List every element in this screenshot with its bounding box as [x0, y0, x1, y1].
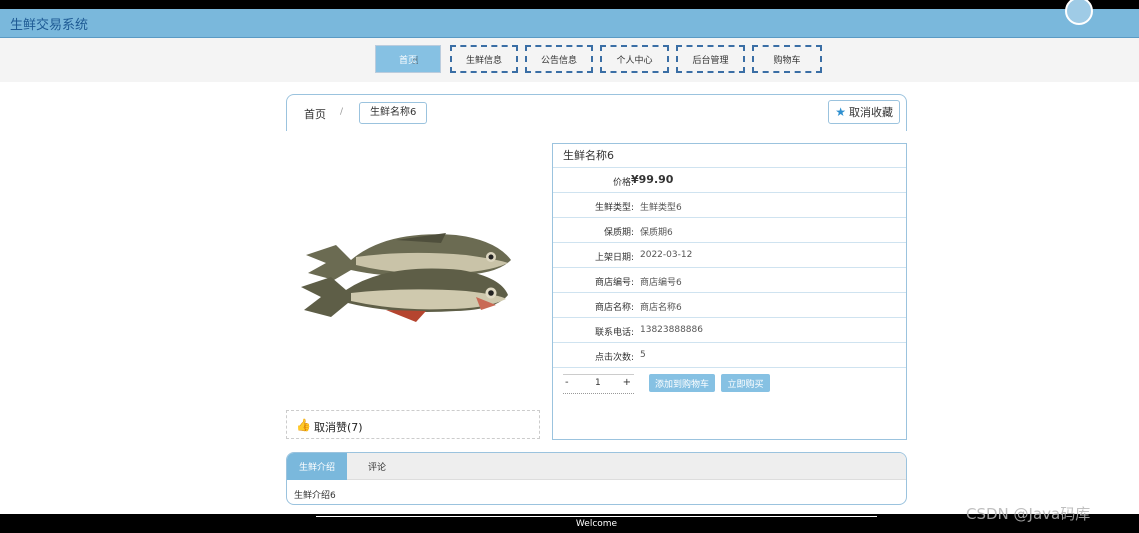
product-name: 生鲜名称6: [553, 144, 906, 168]
quantity-stepper[interactable]: - 1 +: [563, 374, 634, 394]
price-value: ¥99.90: [631, 173, 674, 186]
top-black-bar: [0, 0, 1139, 9]
footer-divider: [316, 516, 877, 517]
detail-row: 商店名称: 商店名称6: [553, 293, 906, 318]
detail-row: 上架日期: 2022-03-12: [553, 243, 906, 268]
detail-label: 上架日期:: [594, 253, 634, 263]
decrement-button[interactable]: -: [565, 377, 569, 388]
breadcrumb: 首页 / 生鲜名称6 ★ 取消收藏: [286, 94, 907, 131]
like-bar[interactable]: 👍 取消赞(7): [286, 410, 540, 439]
site-header: 生鲜交易系统: [0, 0, 1139, 38]
detail-row: 点击次数: 5: [553, 343, 906, 368]
unfavorite-label: 取消收藏: [849, 106, 893, 119]
product-image: [301, 233, 511, 322]
tab-comments[interactable]: 评论: [357, 453, 397, 480]
app-title: 生鲜交易系统: [10, 18, 89, 33]
detail-label: 商店编号:: [594, 278, 634, 288]
buy-now-button[interactable]: 立即购买: [721, 374, 770, 392]
unfavorite-button[interactable]: ★ 取消收藏: [828, 100, 900, 124]
detail-value: 2022-03-12: [640, 250, 693, 260]
detail-value: 13823888886: [640, 325, 703, 335]
price-row: 价格: ¥99.90: [553, 168, 906, 193]
detail-row: 生鲜类型: 生鲜类型6: [553, 193, 906, 218]
add-to-cart-button[interactable]: 添加到购物车: [649, 374, 715, 392]
tab-intro[interactable]: 生鲜介绍: [287, 453, 347, 480]
breadcrumb-separator: /: [340, 107, 344, 117]
detail-row: 商店编号: 商店编号6: [553, 268, 906, 293]
unlike-label: 取消赞(7): [314, 421, 363, 434]
nav-notice-info-label: 公告信息: [540, 55, 577, 66]
detail-value: 5: [640, 350, 646, 360]
detail-row: 保质期: 保质期6: [553, 218, 906, 243]
detail-label: 生鲜类型:: [594, 203, 634, 213]
increment-button[interactable]: +: [623, 377, 631, 388]
nav-admin[interactable]: 后台管理: [676, 45, 745, 73]
star-icon: ★: [835, 105, 846, 119]
detail-value: 商店名称6: [640, 303, 682, 313]
watermark: CSDN @Java码库: [966, 505, 1091, 523]
nav-admin-label: 后台管理: [692, 55, 729, 66]
nav-fresh-info-label: 生鲜信息: [465, 55, 502, 66]
nav-personal-center-label: 个人中心: [616, 55, 653, 66]
nav-cart-label: 购物车: [773, 55, 801, 66]
product-tabs: 生鲜介绍 评论 生鲜介绍6: [286, 452, 907, 505]
detail-row: 联系电话: 13823888886: [553, 318, 906, 343]
detail-label: 保质期:: [603, 228, 634, 238]
detail-value: 生鲜类型6: [640, 203, 682, 213]
thumbs-up-icon: 👍: [296, 418, 311, 432]
nav-personal-center[interactable]: 个人中心: [600, 45, 669, 73]
nav-notice-info[interactable]: 公告信息: [525, 45, 593, 73]
detail-label: 商店名称:: [594, 303, 634, 313]
avatar[interactable]: [1065, 0, 1093, 25]
intro-content: 生鲜介绍6: [294, 491, 336, 501]
nav-fresh-info[interactable]: 生鲜信息: [450, 45, 518, 73]
detail-value: 保质期6: [640, 228, 673, 238]
product-details: 生鲜名称6 价格: ¥99.90 生鲜类型: 生鲜类型6 保质期: 保质期6 上…: [552, 143, 907, 440]
nav-home[interactable]: 首页 ☝: [375, 45, 441, 73]
main-nav: 首页 ☝ 生鲜信息 公告信息 个人中心 后台管理 购物车: [0, 38, 1139, 82]
detail-value: 商店编号6: [640, 278, 682, 288]
quantity-value[interactable]: 1: [595, 378, 601, 388]
nav-cart[interactable]: 购物车: [752, 45, 822, 73]
detail-label: 点击次数:: [594, 353, 634, 363]
breadcrumb-home[interactable]: 首页: [304, 106, 326, 122]
detail-label: 联系电话:: [594, 328, 634, 338]
tab-header: 生鲜介绍 评论: [287, 453, 906, 480]
hand-cursor-icon: ☝: [412, 54, 419, 67]
breadcrumb-current: 生鲜名称6: [359, 102, 428, 124]
